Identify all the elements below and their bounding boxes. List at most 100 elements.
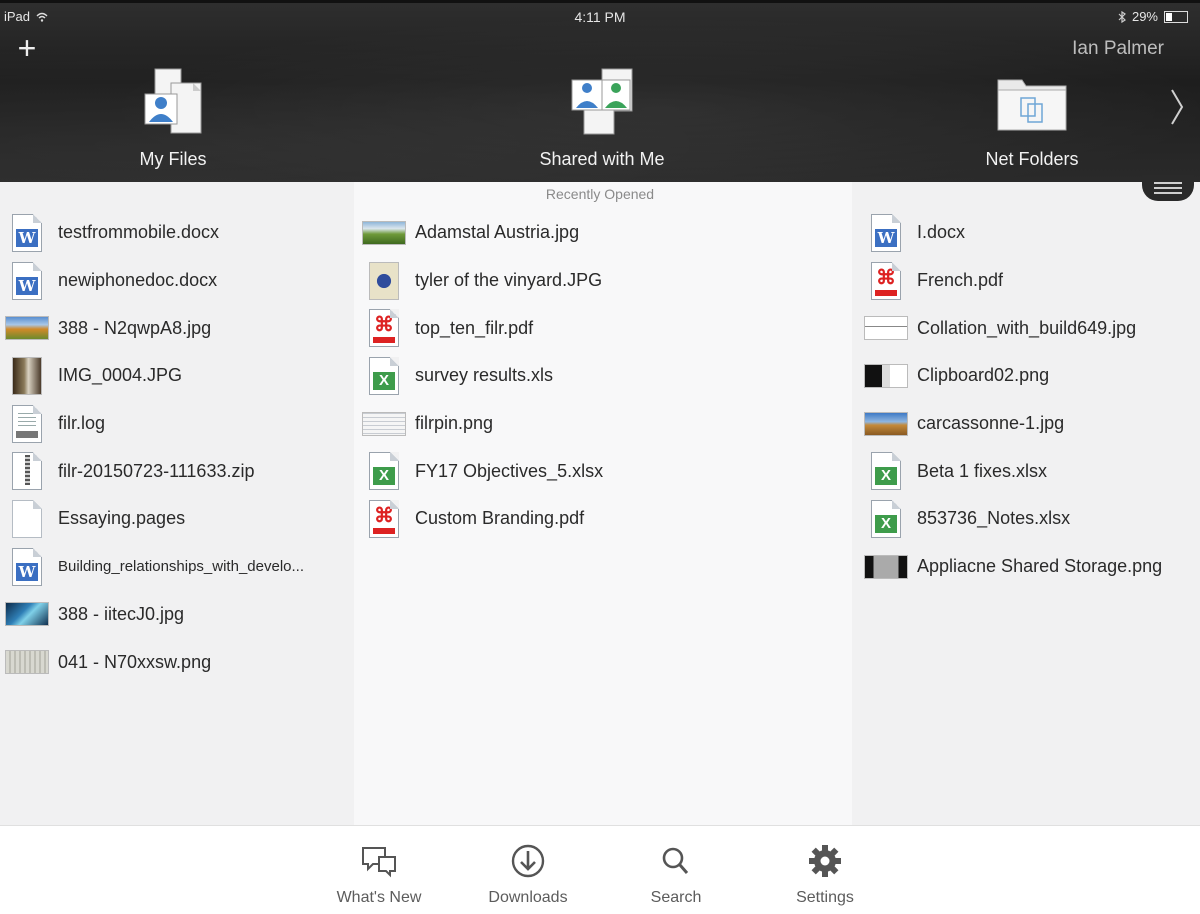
file-icon — [362, 405, 406, 443]
nav-shared-with-me-label: Shared with Me — [539, 149, 665, 169]
file-name: Collation_with_build649.jpg — [917, 317, 1137, 338]
file-icon — [362, 261, 406, 300]
recently-opened-panel: Wtestfrommobile.docx Wnewiphonedoc.docx 38… — [0, 182, 1200, 825]
file-row[interactable]: 388 - N2qwpA8.jpg — [5, 304, 304, 352]
downloads-icon — [511, 844, 545, 878]
nav-shared-with-me[interactable]: Shared with Me — [492, 66, 712, 170]
word-doc-icon: W — [871, 213, 901, 252]
file-name: 388 - iitecJ0.jpg — [58, 603, 185, 624]
file-row[interactable]: ⌘ Custom Branding.pdf — [362, 495, 603, 543]
file-name: 388 - N2qwpA8.jpg — [58, 317, 212, 338]
blank-file-icon — [12, 499, 42, 538]
word-doc-icon: W — [12, 261, 42, 300]
file-row[interactable]: filr-20150723-111633.zip — [5, 447, 304, 495]
file-row[interactable]: X Beta 1 fixes.xlsx — [864, 447, 1162, 495]
file-name: Custom Branding.pdf — [415, 508, 585, 529]
image-thumbnail — [5, 316, 49, 341]
file-row[interactable]: Xsurvey results.xls — [362, 352, 603, 400]
file-name: testfrommobile.docx — [58, 222, 220, 243]
tab-settings-label: Settings — [796, 889, 854, 906]
file-name: Building_relationships_with_develo... — [58, 558, 304, 576]
file-name: newiphonedoc.docx — [58, 270, 218, 291]
image-thumbnail — [369, 261, 399, 300]
file-name: IMG_0004.JPG — [58, 365, 183, 386]
file-row[interactable]: W I.docx — [864, 209, 1162, 257]
text-file-icon — [12, 404, 42, 443]
file-icon: X — [362, 452, 406, 491]
file-icon — [864, 357, 908, 395]
image-thumbnail — [864, 411, 908, 436]
settings-icon — [809, 845, 841, 877]
chevron-right-icon[interactable] — [1168, 82, 1188, 132]
add-button[interactable]: + — [12, 32, 42, 64]
image-thumbnail — [864, 554, 908, 579]
tab-settings[interactable]: Settings — [770, 844, 880, 907]
nav-net-folders-label: Net Folders — [985, 149, 1079, 169]
whats-new-icon — [362, 847, 396, 878]
file-row[interactable]: carcassonne-1.jpg — [864, 400, 1162, 448]
file-name: top_ten_filr.pdf — [415, 317, 534, 338]
tab-whats-new[interactable]: What's New — [324, 844, 434, 907]
search-icon — [662, 847, 689, 874]
nav-my-files[interactable]: My Files — [63, 66, 283, 170]
file-row[interactable]: Wnewiphonedoc.docx — [5, 257, 304, 305]
file-row[interactable]: Adamstal Austria.jpg — [362, 209, 603, 257]
my-files-icon — [144, 68, 202, 134]
file-icon: W — [5, 547, 49, 586]
status-time: 4:11 PM — [574, 9, 626, 25]
header: iPad 4:11 PM 29% + Ian Palmer My Files S… — [0, 0, 1200, 182]
image-thumbnail — [362, 220, 406, 245]
menu-handle[interactable] — [1142, 175, 1194, 201]
file-icon: X — [362, 356, 406, 395]
file-row[interactable]: tyler of the vinyard.JPG — [362, 257, 603, 305]
file-name: Beta 1 fixes.xlsx — [917, 460, 1048, 481]
file-row[interactable]: 041 - N70xxsw.png — [5, 638, 304, 686]
file-row[interactable]: Appliacne Shared Storage.png — [864, 543, 1162, 591]
file-column-2: Adamstal Austria.jpg tyler of the vinyard… — [354, 182, 852, 825]
file-row[interactable]: X FY17 Objectives_5.xlsx — [362, 447, 603, 495]
file-row[interactable]: ⌘ French.pdf — [864, 257, 1162, 305]
file-icon — [5, 452, 49, 491]
file-icon — [864, 405, 908, 443]
file-name: Appliacne Shared Storage.png — [917, 556, 1163, 577]
tab-downloads[interactable]: Downloads — [473, 844, 583, 907]
file-name: Clipboard02.png — [917, 365, 1050, 386]
image-thumbnail — [5, 650, 49, 675]
zip-file-icon — [12, 452, 42, 491]
net-folders-icon — [997, 79, 1067, 131]
nav-my-files-label: My Files — [139, 149, 207, 169]
file-icon: ⌘ — [362, 499, 406, 538]
file-row[interactable]: Clipboard02.png — [864, 352, 1162, 400]
file-icon — [5, 595, 49, 633]
file-name: FY17 Objectives_5.xlsx — [415, 460, 604, 481]
file-row[interactable]: ⌘ top_ten_filr.pdf — [362, 304, 603, 352]
file-name: 853736_Notes.xlsx — [917, 508, 1071, 529]
file-name: 041 - N70xxsw.png — [58, 651, 212, 672]
file-row[interactable]: IMG_0004.JPG — [5, 352, 304, 400]
file-row[interactable]: filr.log — [5, 400, 304, 448]
file-name: I.docx — [917, 222, 966, 243]
file-icon — [864, 309, 908, 347]
file-name: Adamstal Austria.jpg — [415, 222, 580, 243]
file-icon — [5, 499, 49, 538]
file-name: filrpin.png — [415, 413, 494, 434]
file-row[interactable]: 388 - iitecJ0.jpg — [5, 591, 304, 639]
tab-search[interactable]: Search — [621, 844, 731, 907]
file-icon — [864, 548, 908, 586]
image-thumbnail — [864, 316, 908, 341]
nav-net-folders[interactable]: Net Folders — [922, 66, 1142, 170]
status-bar: iPad 4:11 PM 29% — [0, 0, 1200, 35]
file-name: survey results.xls — [415, 365, 554, 386]
file-row[interactable]: Collation_with_build649.jpg — [864, 304, 1162, 352]
file-icon: W — [5, 261, 49, 300]
user-name[interactable]: Ian Palmer — [1072, 38, 1164, 60]
file-row[interactable]: Essaying.pages — [5, 495, 304, 543]
file-row[interactable]: W Building_relationships_with_develo... — [5, 543, 304, 591]
file-row[interactable]: Wtestfrommobile.docx — [5, 209, 304, 257]
file-icon: ⌘ — [362, 309, 406, 348]
file-column-1: Wtestfrommobile.docx Wnewiphonedoc.docx 38… — [0, 182, 354, 825]
file-row[interactable]: filrpin.png — [362, 400, 603, 448]
tab-whats-new-label: What's New — [336, 889, 422, 906]
file-row[interactable]: X 853736_Notes.xlsx — [864, 495, 1162, 543]
file-name: filr-20150723-111633.zip — [58, 460, 255, 481]
